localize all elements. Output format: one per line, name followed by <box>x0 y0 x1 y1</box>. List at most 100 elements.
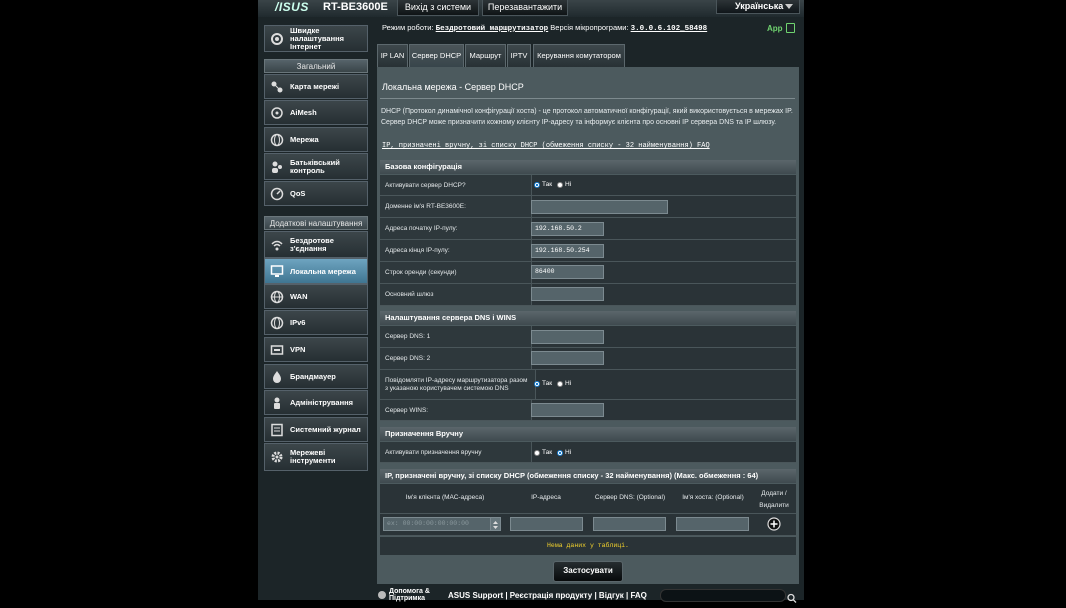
sidebar-item-system-log[interactable]: Системний журнал <box>264 417 368 442</box>
sidebar-item-firewall[interactable]: Брандмауер <box>264 364 368 389</box>
tab-dhcp-server[interactable]: Сервер DHCP <box>409 44 464 67</box>
list-header-row: Ім'я клієнта (МАС-адреса) IP-адреса Серв… <box>380 484 796 514</box>
tab-route[interactable]: Маршрут <box>465 44 506 67</box>
sidebar-general-header: Загальний <box>264 59 368 73</box>
sidebar-label: Адміністрування <box>290 398 354 407</box>
wins-input[interactable] <box>531 403 604 417</box>
section-dns: Налаштування сервера DNS і WINS <box>380 311 796 325</box>
col-dns: Сервер DNS: (Optional) <box>594 494 666 501</box>
dns1-input[interactable] <box>531 330 604 344</box>
language-select[interactable]: Українська <box>716 0 800 14</box>
list-host-input[interactable] <box>676 517 749 531</box>
status-line: Режим роботи: Бездротовий маршрутизатор … <box>382 23 707 33</box>
app-link[interactable]: App <box>767 24 783 33</box>
system-log-icon <box>269 422 285 438</box>
manual-enable-yes[interactable]: Так <box>534 449 552 456</box>
pool-start-label: Адреса початку IP-пулу: <box>380 218 532 239</box>
firmware-value[interactable]: 3.0.0.6.102_58498 <box>631 25 708 33</box>
lease-input[interactable]: 86400 <box>531 265 604 279</box>
gateway-input[interactable] <box>531 287 604 301</box>
sidebar-item-vpn[interactable]: VPN <box>264 337 368 362</box>
manual-enable-no[interactable]: Ні <box>557 449 571 456</box>
language-label: Українська <box>735 1 784 11</box>
sidebar-item-wireless[interactable]: Бездротове з'єднання <box>264 231 368 258</box>
enable-dhcp-yes[interactable]: Так <box>534 181 552 188</box>
tab-ip-lan[interactable]: IP LAN <box>377 44 408 67</box>
gateway-label: Основний шлюз <box>380 284 532 305</box>
reboot-button[interactable]: Перезавантажити <box>482 0 568 16</box>
sidebar-label: QoS <box>290 189 306 198</box>
domain-label: Доменне ім'я RT-BE3600E: <box>380 196 532 217</box>
sidebar-item-ipv6[interactable]: IPv6 <box>264 310 368 335</box>
logout-button[interactable]: Вихід з системи <box>397 0 479 16</box>
col-ip: IP-адреса <box>531 494 561 501</box>
faq-link[interactable]: IP, призначені вручну, зі списку DHCP (о… <box>382 142 710 150</box>
row-enable-dhcp: Активувати сервер DHCP? <box>380 175 796 196</box>
sidebar-item-network-tools[interactable]: Мережеві інструменти <box>264 443 368 471</box>
sidebar-quick-setup[interactable]: Швидке налаштування Інтернет <box>264 25 368 52</box>
row-manual-enable: Активувати призначення вручну <box>380 442 796 463</box>
page-description: DHCP (Протокол динамічної конфігурації х… <box>381 108 793 126</box>
radio-selected-icon <box>534 181 540 188</box>
advertise-dns-no[interactable]: Ні <box>557 380 571 387</box>
client-dropdown-button[interactable] <box>490 517 501 531</box>
apply-button[interactable]: Застосувати <box>553 561 623 582</box>
dns2-label: Сервер DNS: 2 <box>380 348 532 369</box>
radio-empty-icon <box>557 380 563 387</box>
advertise-dns-yes[interactable]: Так <box>534 380 552 387</box>
gear-icon <box>269 449 285 465</box>
client-mac-input[interactable]: ex: 00:00:00:00:00:00 <box>383 517 491 531</box>
admin-person-icon <box>269 395 285 411</box>
search-button[interactable] <box>786 590 798 603</box>
tab-switch-control[interactable]: Керування комутатором <box>533 44 625 67</box>
pool-end-label: Адреса кінця IP-пулу: <box>380 240 532 261</box>
lease-label: Строк оренди (секунди) <box>380 262 532 283</box>
sidebar-item-aimesh[interactable]: AiMesh <box>264 100 368 125</box>
sidebar-item-network-map[interactable]: Карта мережі <box>264 74 368 99</box>
domain-input[interactable] <box>531 200 668 214</box>
col-host: Ім'я хоста: (Optional) <box>682 494 744 501</box>
pool-start-input[interactable]: 192.168.50.2 <box>531 222 604 236</box>
firmware-label: Версія мікропрограми: <box>550 23 629 32</box>
qos-gauge-icon <box>269 186 285 202</box>
model-name: RT-BE3600E <box>323 1 388 13</box>
sidebar-item-wan[interactable]: WAN <box>264 284 368 309</box>
dns2-input[interactable] <box>531 351 604 365</box>
radio-label: Ні <box>565 181 572 188</box>
sidebar-item-lan[interactable]: Локальна мережа <box>264 258 368 284</box>
sidebar-label: Карта мережі <box>290 82 340 91</box>
plus-circle-icon <box>767 517 781 531</box>
enable-dhcp-no[interactable]: Ні <box>557 181 571 188</box>
mode-value[interactable]: Бездротовий маршрутизатор <box>436 25 549 33</box>
empty-table-message: Нема даних у таблиці. <box>380 537 796 555</box>
sidebar-label: AiMesh <box>290 108 317 117</box>
sidebar-item-network[interactable]: Мережа <box>264 127 368 152</box>
sidebar-item-parental[interactable]: Батьківський контроль <box>264 153 368 180</box>
list-dns-input[interactable] <box>593 517 666 531</box>
aimesh-icon <box>269 105 285 121</box>
radio-label: Так <box>542 380 553 387</box>
section-manual-list: IP, призначені вручну, зі списку DHCP (о… <box>380 469 796 483</box>
pool-end-input[interactable]: 192.168.50.254 <box>531 244 604 258</box>
list-ip-input[interactable] <box>510 517 583 531</box>
sidebar-item-qos[interactable]: QoS <box>264 181 368 206</box>
add-entry-button[interactable] <box>767 517 781 531</box>
manual-enable-label: Активувати призначення вручну <box>380 442 532 462</box>
wireless-icon <box>269 237 285 253</box>
wan-globe-icon <box>269 289 285 305</box>
dns1-label: Сервер DNS: 1 <box>380 326 532 347</box>
footer-search-input[interactable] <box>660 589 786 602</box>
radio-label: Ні <box>565 449 572 456</box>
footer-links[interactable]: ASUS Support | Реєстрація продукту | Від… <box>448 591 647 600</box>
enable-dhcp-label: Активувати сервер DHCP? <box>380 175 532 195</box>
radio-label: Так <box>542 449 553 456</box>
tab-iptv[interactable]: IPTV <box>507 44 531 67</box>
search-icon <box>787 593 797 603</box>
sidebar-label: Локальна мережа <box>290 266 356 276</box>
sidebar-label: Батьківський контроль <box>290 157 340 175</box>
globe-icon <box>269 132 285 148</box>
page-title: Локальна мережа - Сервер DHCP <box>382 82 524 92</box>
sidebar-item-administration[interactable]: Адміністрування <box>264 390 368 415</box>
copy-icon[interactable] <box>786 23 795 33</box>
firewall-icon <box>269 369 285 385</box>
